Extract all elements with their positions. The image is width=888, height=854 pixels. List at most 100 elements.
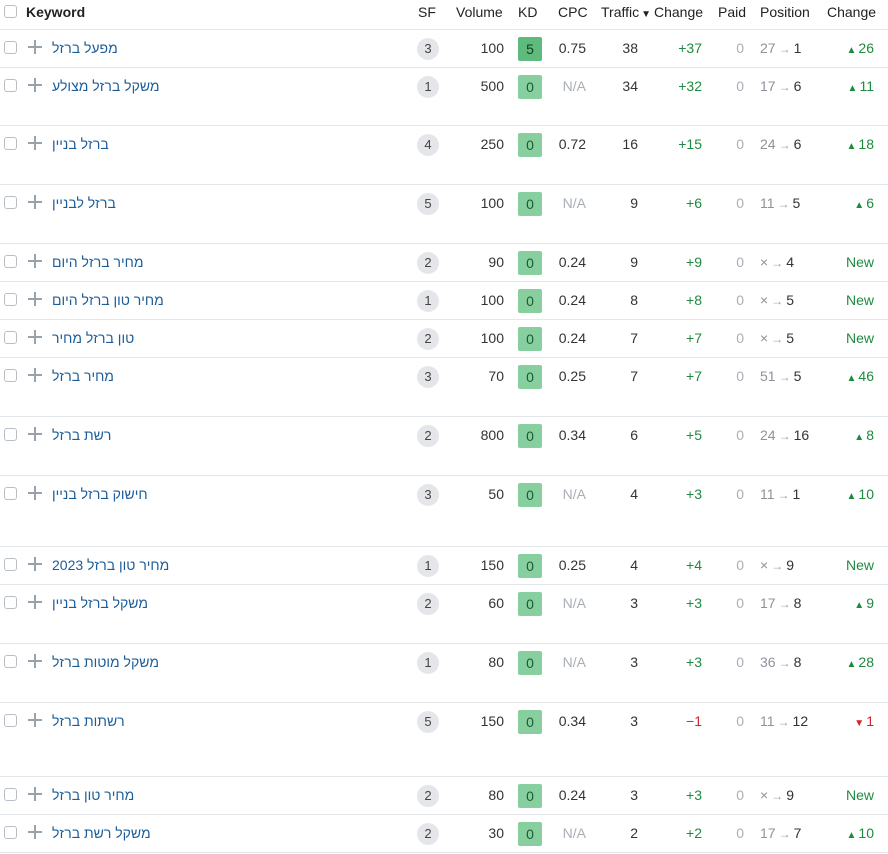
header-position[interactable]: Position — [760, 0, 810, 24]
row-checkbox[interactable] — [4, 137, 17, 150]
keyword-link[interactable]: מחיר טון ברזל — [52, 777, 134, 814]
plus-icon[interactable] — [28, 195, 42, 209]
row-checkbox[interactable] — [4, 331, 17, 344]
keyword-link[interactable]: חישוק ברזל בניין — [52, 476, 148, 513]
sf-badge[interactable]: 5 — [417, 711, 439, 733]
position-change-value: ▲ 46 — [826, 358, 874, 395]
position-cell: 36 → 8 — [760, 644, 820, 681]
header-traffic[interactable]: Traffic ▼ — [601, 0, 651, 24]
keyword-link[interactable]: משקל רשת ברזל — [52, 815, 151, 852]
row-checkbox[interactable] — [4, 714, 17, 727]
row-checkbox[interactable] — [4, 369, 17, 382]
sf-badge[interactable]: 2 — [417, 823, 439, 845]
plus-icon[interactable] — [28, 427, 42, 441]
row-checkbox[interactable] — [4, 428, 17, 441]
traffic-change-value: +9 — [686, 254, 702, 270]
keyword-link[interactable]: מחיר ברזל — [52, 358, 114, 395]
header-volume[interactable]: Volume — [456, 0, 503, 24]
header-change[interactable]: Change — [654, 0, 703, 24]
sf-badge[interactable]: 5 — [417, 193, 439, 215]
volume-value: 250 — [480, 136, 504, 152]
header-kd[interactable]: KD — [518, 0, 537, 24]
plus-icon[interactable] — [28, 254, 42, 268]
keyword-link[interactable]: משקל ברזל מצולע — [52, 68, 160, 105]
sf-badge[interactable]: 2 — [417, 593, 439, 615]
select-all-checkbox[interactable] — [4, 5, 17, 18]
row-checkbox[interactable] — [4, 558, 17, 571]
row-checkbox[interactable] — [4, 255, 17, 268]
plus-icon[interactable] — [28, 486, 42, 500]
triangle-up-icon: ▲ — [846, 373, 857, 384]
paid-value: 0 — [736, 595, 744, 611]
volume-value: 100 — [480, 330, 504, 346]
plus-icon[interactable] — [28, 78, 42, 92]
position-change-value: New — [826, 547, 874, 584]
volume-value: 150 — [480, 713, 504, 729]
keyword-link[interactable]: רשתות ברזל — [52, 703, 125, 740]
header-keyword[interactable]: Keyword — [26, 0, 85, 24]
keyword-link[interactable]: רשת ברזל — [52, 417, 111, 454]
sf-badge[interactable]: 2 — [417, 425, 439, 447]
keyword-link[interactable]: טון ברזל מחיר — [52, 320, 134, 357]
sf-badge[interactable]: 2 — [417, 328, 439, 350]
plus-icon[interactable] — [28, 787, 42, 801]
plus-icon[interactable] — [28, 825, 42, 839]
header-sf[interactable]: SF — [418, 0, 436, 24]
header-paid[interactable]: Paid — [718, 0, 746, 24]
sf-badge[interactable]: 1 — [417, 555, 439, 577]
sf-badge[interactable]: 2 — [417, 785, 439, 807]
sf-badge[interactable]: 1 — [417, 290, 439, 312]
triangle-up-icon: ▲ — [854, 432, 865, 443]
row-checkbox[interactable] — [4, 196, 17, 209]
paid-value: 0 — [736, 330, 744, 346]
row-checkbox[interactable] — [4, 293, 17, 306]
row-checkbox[interactable] — [4, 596, 17, 609]
position-change-text: 8 — [866, 427, 874, 443]
triangle-up-icon: ▲ — [846, 659, 857, 670]
plus-icon[interactable] — [28, 557, 42, 571]
position-cell: × → 4 — [760, 244, 820, 281]
volume-value: 30 — [488, 825, 504, 841]
sf-badge[interactable]: 1 — [417, 652, 439, 674]
position-from: 51 — [760, 368, 776, 384]
keyword-link[interactable]: ברזל בניין — [52, 126, 109, 163]
plus-icon[interactable] — [28, 330, 42, 344]
keyword-link[interactable]: מחיר טון ברזל 2023 — [52, 547, 169, 584]
kd-badge: 5 — [518, 37, 542, 61]
keyword-link[interactable]: מפעל ברזל — [52, 30, 118, 67]
sf-badge[interactable]: 1 — [417, 76, 439, 98]
plus-icon[interactable] — [28, 292, 42, 306]
keyword-link[interactable]: מחיר ברזל היום — [52, 244, 143, 281]
position-cell: 17 → 8 — [760, 585, 820, 622]
position-change-value: New — [826, 244, 874, 281]
keyword-link[interactable]: ברזל לבניין — [52, 185, 116, 222]
header-position-change[interactable]: Change — [827, 0, 876, 24]
cpc-value: N/A — [562, 595, 586, 611]
traffic-change-value: +7 — [686, 368, 702, 384]
row-checkbox[interactable] — [4, 826, 17, 839]
row-checkbox[interactable] — [4, 487, 17, 500]
sf-badge[interactable]: 3 — [417, 38, 439, 60]
sf-badge[interactable]: 2 — [417, 252, 439, 274]
position-from: × — [760, 787, 769, 803]
row-checkbox[interactable] — [4, 41, 17, 54]
keyword-link[interactable]: משקל מוטות ברזל — [52, 644, 159, 681]
arrow-right-icon: → — [771, 559, 784, 573]
plus-icon[interactable] — [28, 595, 42, 609]
kd-badge: 0 — [518, 710, 542, 734]
row-checkbox[interactable] — [4, 788, 17, 801]
sf-badge[interactable]: 4 — [417, 134, 439, 156]
sf-badge[interactable]: 3 — [417, 484, 439, 506]
plus-icon[interactable] — [28, 136, 42, 150]
header-cpc[interactable]: CPC — [558, 0, 588, 24]
keyword-link[interactable]: מחיר טון ברזל היום — [52, 282, 164, 319]
keyword-link[interactable]: משקל ברזל בניין — [52, 585, 148, 622]
sf-badge[interactable]: 3 — [417, 366, 439, 388]
plus-icon[interactable] — [28, 368, 42, 382]
row-checkbox[interactable] — [4, 79, 17, 92]
plus-icon[interactable] — [28, 713, 42, 727]
plus-icon[interactable] — [28, 40, 42, 54]
plus-icon[interactable] — [28, 654, 42, 668]
position-from: × — [760, 292, 769, 308]
row-checkbox[interactable] — [4, 655, 17, 668]
